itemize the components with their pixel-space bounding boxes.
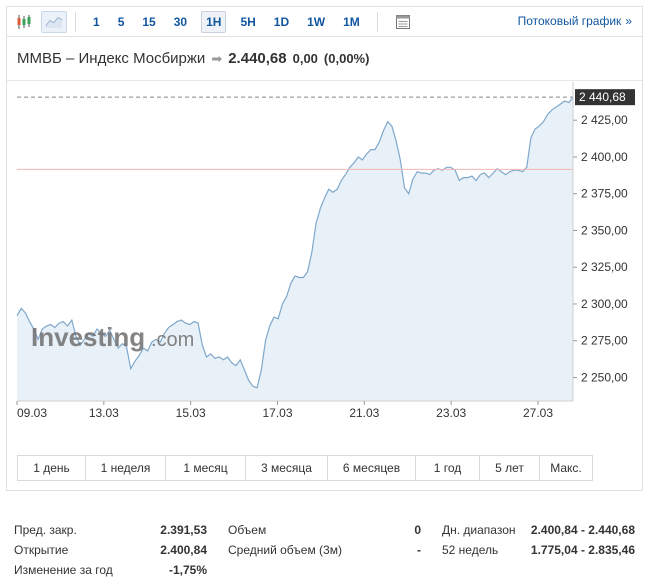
x-tick-label: 17.03: [262, 406, 292, 417]
y-tick-label: 2 400,00: [581, 150, 628, 164]
range-button-4[interactable]: 6 месяцев: [328, 456, 416, 480]
table-icon[interactable]: [390, 11, 416, 33]
x-tick-label: 13.03: [89, 406, 119, 417]
y-tick-label: 2 275,00: [581, 334, 628, 348]
stat-label: Пред. закр.: [14, 523, 77, 537]
price-area: [17, 97, 573, 401]
period-5h[interactable]: 5H: [236, 12, 259, 32]
stat-label: Средний объем (3м): [228, 543, 342, 557]
stat-value: 2.391,53: [160, 523, 207, 537]
streaming-chart-link[interactable]: Потоковый график»: [518, 14, 632, 28]
chevron-right-icon: »: [625, 14, 632, 28]
x-tick-label: 15.03: [176, 406, 206, 417]
y-tick-label: 2 425,00: [581, 113, 628, 127]
range-button-3[interactable]: 3 месяца: [246, 456, 328, 480]
stat-label: Объем: [228, 523, 267, 537]
period-15[interactable]: 15: [138, 12, 159, 32]
range-selector: 1 день 1 неделя 1 месяц 3 месяца 6 месяцев 1 …: [17, 455, 593, 481]
range-button-2[interactable]: 1 месяц: [166, 456, 246, 480]
range-button-0[interactable]: 1 день: [18, 456, 86, 480]
range-button-7[interactable]: Макс.: [540, 456, 592, 480]
period-30[interactable]: 30: [170, 12, 191, 32]
range-button-5[interactable]: 1 год: [416, 456, 480, 480]
y-tick-label: 2 325,00: [581, 260, 628, 274]
x-tick-label: 23.03: [436, 406, 466, 417]
stat-label: Изменение за год: [14, 563, 113, 577]
watermark-brand: Investing: [31, 322, 145, 352]
y-tick-label: 2 250,00: [581, 370, 628, 384]
stat-label: Дн. диапазон: [442, 523, 516, 537]
period-5[interactable]: 5: [114, 12, 129, 32]
x-tick-label: 21.03: [349, 406, 379, 417]
y-tick-label: 2 350,00: [581, 223, 628, 237]
period-1h[interactable]: 1H: [201, 10, 227, 33]
stat-value: -: [417, 543, 421, 557]
stat-value: 0: [414, 523, 421, 537]
stat-value: 2.400,84 - 2.440,68: [530, 523, 635, 537]
period-1m[interactable]: 1M: [339, 12, 364, 32]
stat-value: 1.775,04 - 2.835,46: [530, 543, 635, 557]
x-tick-label: 09.03: [17, 406, 47, 417]
stat-value: 2.400,84: [160, 543, 207, 557]
chart-toolbar: 1 5 15 30 1H 5H 1D 1W 1M Потоковый график»: [6, 6, 643, 36]
streaming-chart-label: Потоковый график: [517, 14, 622, 28]
y-axis: 2 425,00 2 400,00 2 375,00 2 350,00 2 325,00…: [572, 82, 628, 401]
toolbar-separator: [376, 11, 378, 32]
candlestick-icon[interactable]: [11, 11, 37, 33]
period-1[interactable]: 1: [89, 12, 104, 32]
stat-label: 52 недель: [442, 543, 499, 557]
last-price-tag: 2 440,68: [575, 89, 635, 106]
stat-value: -1,75%: [168, 563, 207, 577]
price-chart[interactable]: Investing .com 2 425,002 400,002 375,002…: [7, 37, 642, 417]
range-button-6[interactable]: 5 лет: [480, 456, 540, 480]
last-price-tag-label: 2 440,68: [579, 90, 626, 104]
period-1w[interactable]: 1W: [303, 12, 329, 32]
watermark-suffix: .com: [151, 329, 194, 351]
y-tick-label: 2 375,00: [581, 187, 628, 201]
area-chart-icon[interactable]: [41, 10, 67, 33]
chart-panel: ММВБ – Индекс Мосбиржи ➡ 2.440,68 0,00 (…: [6, 36, 643, 491]
x-axis: 09.03 13.03 15.03 17.03 21.03 23.03 27.03: [16, 400, 573, 417]
period-selector: 1 5 15 30 1H 5H 1D 1W 1M: [84, 10, 369, 33]
y-tick-label: 2 300,00: [581, 297, 628, 311]
x-tick-label: 27.03: [523, 406, 553, 417]
stat-label: Открытие: [14, 543, 69, 557]
toolbar-separator: [75, 11, 76, 32]
period-1d[interactable]: 1D: [270, 12, 293, 32]
range-button-1[interactable]: 1 неделя: [86, 456, 166, 480]
